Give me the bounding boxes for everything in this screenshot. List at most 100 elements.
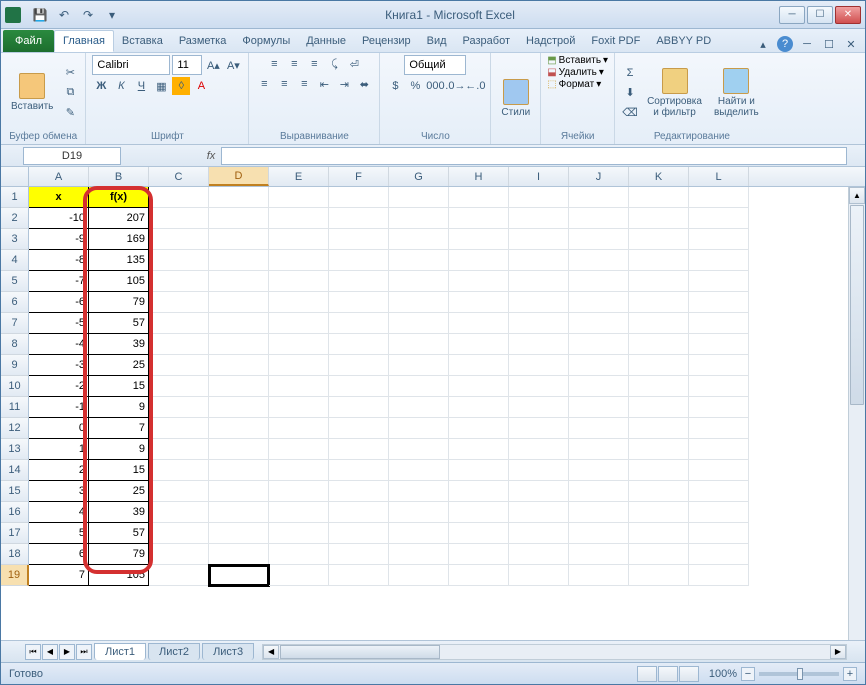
cell-K14[interactable] <box>629 460 689 481</box>
cell-F18[interactable] <box>329 544 389 565</box>
row-header[interactable]: 7 <box>1 313 29 334</box>
cell-G10[interactable] <box>389 376 449 397</box>
dec-decimal[interactable]: ←.0 <box>466 77 484 95</box>
autosum[interactable]: Σ <box>621 64 639 82</box>
cell-D1[interactable] <box>209 187 269 208</box>
cell-K3[interactable] <box>629 229 689 250</box>
cell-K10[interactable] <box>629 376 689 397</box>
cell-L19[interactable] <box>689 565 749 586</box>
col-header-A[interactable]: A <box>29 167 89 186</box>
cell-K17[interactable] <box>629 523 689 544</box>
cell-B7[interactable]: 57 <box>89 313 149 334</box>
zoom-thumb[interactable] <box>797 668 803 680</box>
name-box[interactable] <box>23 147 121 165</box>
close-button[interactable]: ✕ <box>835 6 861 24</box>
cell-F15[interactable] <box>329 481 389 502</box>
cell-D6[interactable] <box>209 292 269 313</box>
cell-A12[interactable]: 0 <box>29 418 89 439</box>
cell-B10[interactable]: 15 <box>89 376 149 397</box>
row-header[interactable]: 13 <box>1 439 29 460</box>
ribbon-tab-главная[interactable]: Главная <box>54 30 114 52</box>
row-header[interactable]: 17 <box>1 523 29 544</box>
cell-A4[interactable]: -8 <box>29 250 89 271</box>
border-button[interactable]: ▦ <box>152 77 170 95</box>
cell-A3[interactable]: -9 <box>29 229 89 250</box>
cell-A2[interactable]: -10 <box>29 208 89 229</box>
row-header[interactable]: 3 <box>1 229 29 250</box>
orientation[interactable]: ⤹ <box>325 55 343 73</box>
cell-I17[interactable] <box>509 523 569 544</box>
decrease-font[interactable]: A▾ <box>224 56 242 74</box>
cell-F3[interactable] <box>329 229 389 250</box>
inc-decimal[interactable]: .0→ <box>446 77 464 95</box>
paste-button[interactable]: Вставить <box>7 71 57 114</box>
cell-D15[interactable] <box>209 481 269 502</box>
cell-K9[interactable] <box>629 355 689 376</box>
cell-A7[interactable]: -5 <box>29 313 89 334</box>
cell-I15[interactable] <box>509 481 569 502</box>
cell-J15[interactable] <box>569 481 629 502</box>
row-header[interactable]: 19 <box>1 565 29 586</box>
cell-L5[interactable] <box>689 271 749 292</box>
cell-F17[interactable] <box>329 523 389 544</box>
view-page-break[interactable] <box>679 666 699 682</box>
cell-C10[interactable] <box>149 376 209 397</box>
cell-G11[interactable] <box>389 397 449 418</box>
cell-F4[interactable] <box>329 250 389 271</box>
align-center[interactable]: ≡ <box>275 75 293 93</box>
cell-A11[interactable]: -1 <box>29 397 89 418</box>
col-header-D[interactable]: D <box>209 167 269 186</box>
qat-undo[interactable]: ↶ <box>55 6 73 24</box>
cell-L12[interactable] <box>689 418 749 439</box>
cell-K1[interactable] <box>629 187 689 208</box>
file-tab[interactable]: Файл <box>3 30 54 52</box>
cell-L2[interactable] <box>689 208 749 229</box>
col-header-B[interactable]: B <box>89 167 149 186</box>
ribbon-tab-формулы[interactable]: Формулы <box>234 30 298 52</box>
cell-I18[interactable] <box>509 544 569 565</box>
align-right[interactable]: ≡ <box>295 75 313 93</box>
col-header-H[interactable]: H <box>449 167 509 186</box>
cell-E17[interactable] <box>269 523 329 544</box>
view-normal[interactable] <box>637 666 657 682</box>
format-cells[interactable]: ⬚Формат ▾ <box>547 79 601 90</box>
cell-E16[interactable] <box>269 502 329 523</box>
cell-C3[interactable] <box>149 229 209 250</box>
cell-J17[interactable] <box>569 523 629 544</box>
fx-icon[interactable]: fx <box>201 150 221 162</box>
cell-G17[interactable] <box>389 523 449 544</box>
zoom-in[interactable]: + <box>843 667 857 681</box>
cell-C1[interactable] <box>149 187 209 208</box>
sheet-tab-Лист3[interactable]: Лист3 <box>202 643 254 660</box>
doc-minimize[interactable]: ─ <box>799 36 815 52</box>
cell-I10[interactable] <box>509 376 569 397</box>
cell-H2[interactable] <box>449 208 509 229</box>
cell-E5[interactable] <box>269 271 329 292</box>
cell-E11[interactable] <box>269 397 329 418</box>
cell-C8[interactable] <box>149 334 209 355</box>
cell-E2[interactable] <box>269 208 329 229</box>
fill-color[interactable]: ◊ <box>172 77 190 95</box>
fill-button[interactable]: ⬇ <box>621 84 639 102</box>
cell-H1[interactable] <box>449 187 509 208</box>
qat-redo[interactable]: ↷ <box>79 6 97 24</box>
cell-I5[interactable] <box>509 271 569 292</box>
cell-E7[interactable] <box>269 313 329 334</box>
cell-E15[interactable] <box>269 481 329 502</box>
cell-I19[interactable] <box>509 565 569 586</box>
cell-C12[interactable] <box>149 418 209 439</box>
cell-J9[interactable] <box>569 355 629 376</box>
cell-B3[interactable]: 169 <box>89 229 149 250</box>
row-header[interactable]: 4 <box>1 250 29 271</box>
cell-K2[interactable] <box>629 208 689 229</box>
cell-E6[interactable] <box>269 292 329 313</box>
cell-I1[interactable] <box>509 187 569 208</box>
row-header[interactable]: 2 <box>1 208 29 229</box>
cell-K15[interactable] <box>629 481 689 502</box>
cell-K7[interactable] <box>629 313 689 334</box>
format-painter[interactable]: ✎ <box>61 104 79 122</box>
col-header-F[interactable]: F <box>329 167 389 186</box>
cell-D16[interactable] <box>209 502 269 523</box>
find-select-button[interactable]: Найти и выделить <box>710 66 763 120</box>
col-header-I[interactable]: I <box>509 167 569 186</box>
